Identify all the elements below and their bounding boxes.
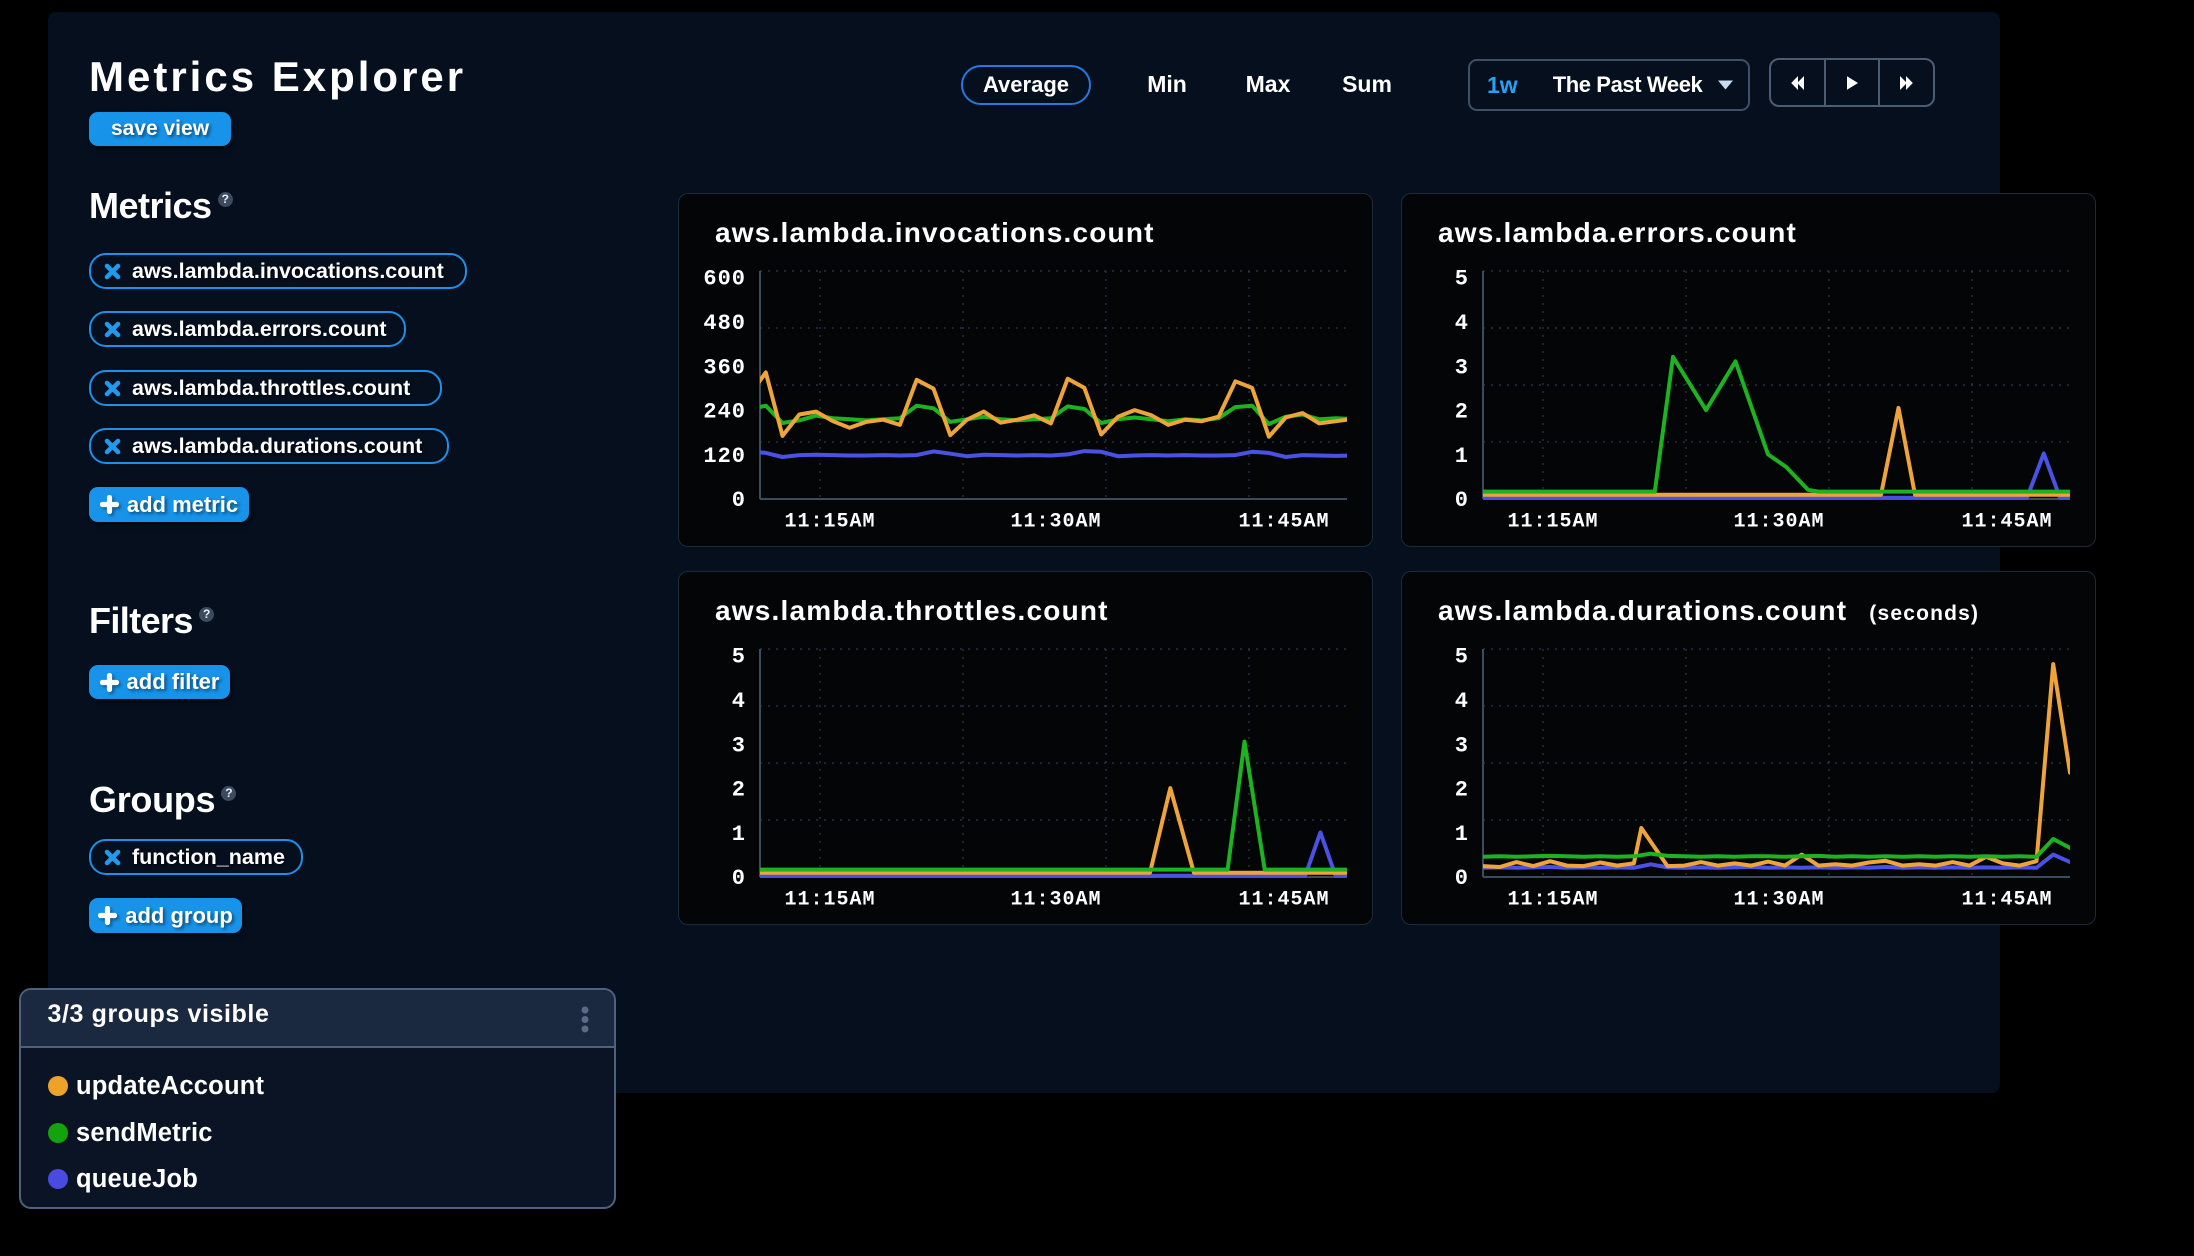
svg-text:0: 0	[732, 866, 746, 891]
svg-text:4: 4	[732, 689, 746, 714]
svg-text:11:15AM: 11:15AM	[784, 889, 875, 912]
svg-text:aws.lambda.throttles.count: aws.lambda.throttles.count	[715, 595, 1109, 626]
svg-text:0: 0	[1455, 488, 1469, 513]
svg-text:11:15AM: 11:15AM	[1507, 511, 1598, 534]
svg-text:4: 4	[1455, 689, 1469, 714]
svg-text:3: 3	[1455, 733, 1469, 758]
svg-text:360: 360	[703, 355, 746, 380]
svg-text:120: 120	[703, 444, 746, 469]
svg-text:aws.lambda.durations.count(sec: aws.lambda.durations.count (seconds)	[1438, 595, 1979, 626]
svg-text:0: 0	[732, 488, 746, 513]
svg-text:11:15AM: 11:15AM	[1507, 889, 1598, 912]
svg-text:11:30AM: 11:30AM	[1733, 511, 1824, 534]
svg-text:1: 1	[732, 822, 746, 847]
svg-text:11:15AM: 11:15AM	[784, 511, 875, 534]
svg-text:5: 5	[732, 645, 746, 670]
svg-text:11:30AM: 11:30AM	[1010, 889, 1101, 912]
svg-text:5: 5	[1455, 267, 1469, 292]
svg-text:4: 4	[1455, 311, 1469, 336]
svg-text:240: 240	[703, 400, 746, 425]
svg-text:aws.lambda.errors.count: aws.lambda.errors.count	[1438, 217, 1797, 248]
svg-text:480: 480	[703, 311, 746, 336]
svg-text:5: 5	[1455, 645, 1469, 670]
svg-text:11:30AM: 11:30AM	[1733, 889, 1824, 912]
svg-text:11:45AM: 11:45AM	[1238, 889, 1329, 912]
svg-text:11:30AM: 11:30AM	[1010, 511, 1101, 534]
svg-text:2: 2	[732, 778, 746, 803]
svg-text:0: 0	[1455, 866, 1469, 891]
svg-text:3: 3	[732, 733, 746, 758]
svg-text:3: 3	[1455, 355, 1469, 380]
svg-text:2: 2	[1455, 778, 1469, 803]
svg-text:11:45AM: 11:45AM	[1961, 889, 2052, 912]
svg-text:11:45AM: 11:45AM	[1238, 511, 1329, 534]
svg-text:600: 600	[703, 267, 746, 292]
svg-text:aws.lambda.invocations.count: aws.lambda.invocations.count	[715, 217, 1155, 248]
svg-text:1: 1	[1455, 444, 1469, 469]
svg-text:11:45AM: 11:45AM	[1961, 511, 2052, 534]
svg-text:1: 1	[1455, 822, 1469, 847]
svg-text:2: 2	[1455, 400, 1469, 425]
